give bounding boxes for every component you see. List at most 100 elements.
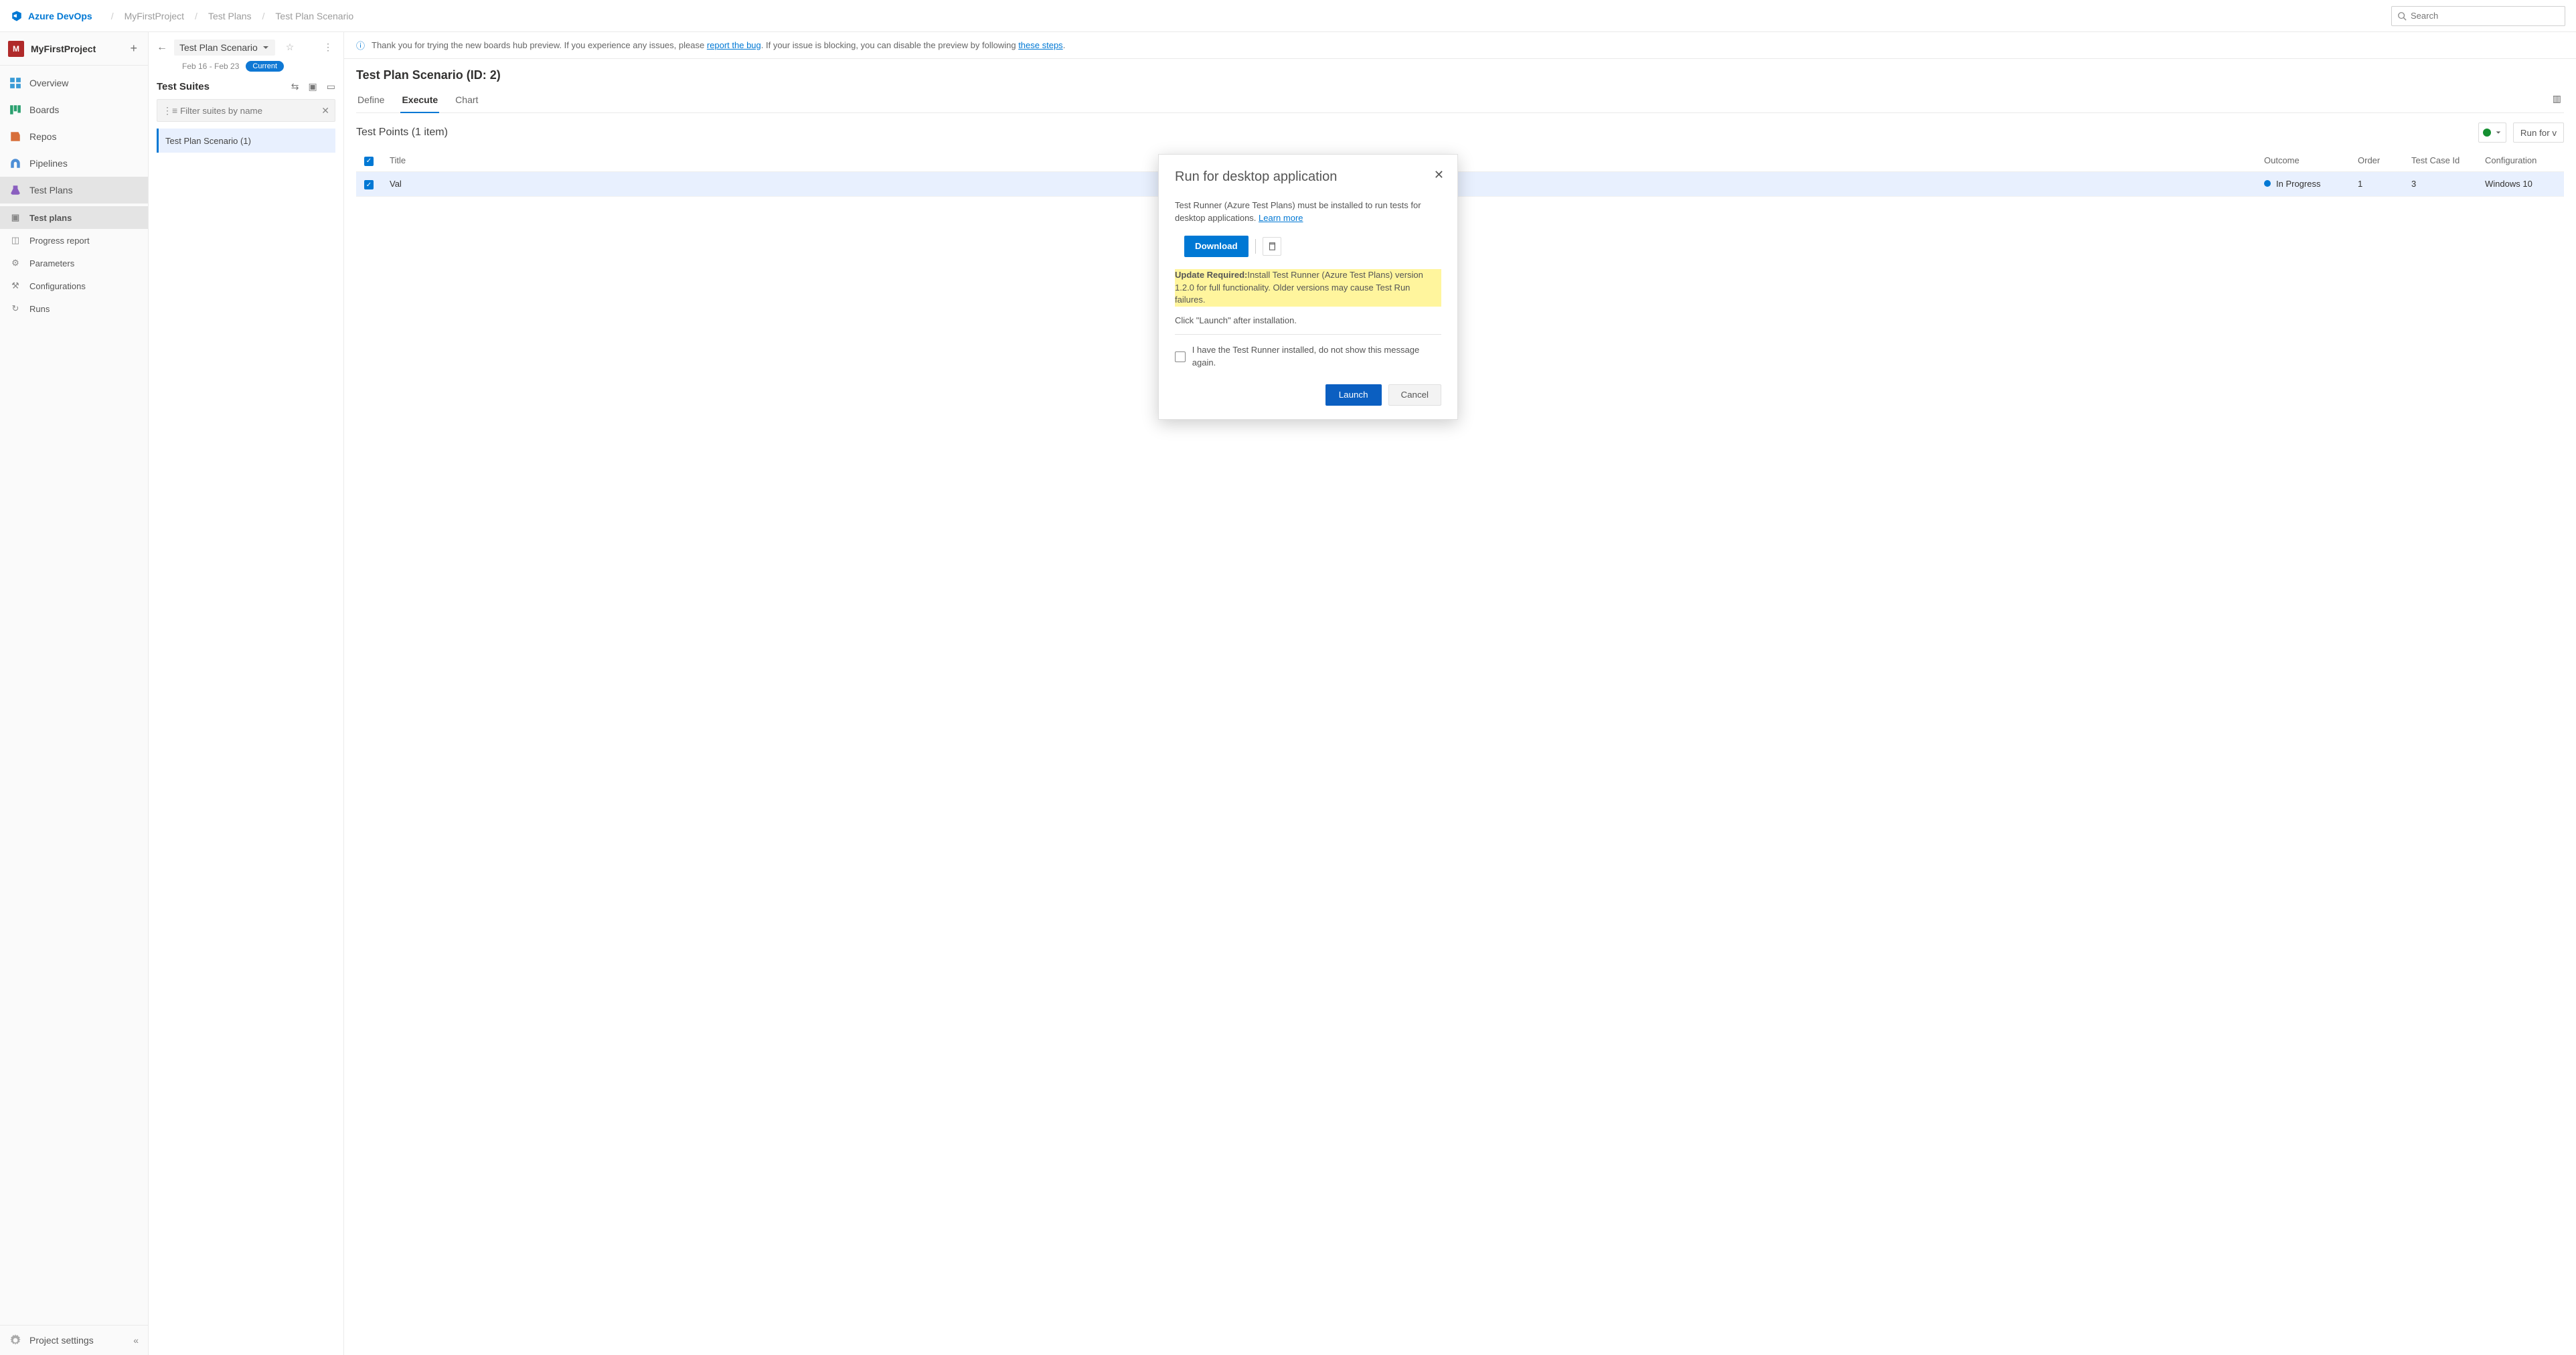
test-plans-icon bbox=[9, 184, 21, 196]
breadcrumb-separator: / bbox=[195, 11, 197, 21]
plan-more-button[interactable]: ⋮ bbox=[321, 39, 335, 56]
launch-button[interactable]: Launch bbox=[1325, 384, 1382, 406]
outcome-pass-icon bbox=[2483, 129, 2491, 137]
suite-filter[interactable]: ⋮≡ ✕ bbox=[157, 99, 335, 122]
plan-dates: Feb 16 - Feb 23 bbox=[182, 62, 239, 71]
test-suites-title: Test Suites bbox=[157, 81, 210, 92]
banner-link-steps[interactable]: these steps bbox=[1018, 40, 1063, 50]
sub-runs-label: Runs bbox=[29, 304, 50, 314]
col-order[interactable]: Order bbox=[2350, 149, 2403, 171]
boards-icon bbox=[9, 104, 21, 116]
breadcrumb-plan[interactable]: Test Plan Scenario bbox=[275, 11, 353, 21]
learn-more-link[interactable]: Learn more bbox=[1259, 213, 1303, 223]
suite-item[interactable]: Test Plan Scenario (1) bbox=[157, 129, 335, 153]
run-for-button[interactable]: Run for v bbox=[2513, 123, 2564, 143]
separator bbox=[1255, 239, 1256, 254]
col-configuration[interactable]: Configuration bbox=[2477, 149, 2564, 171]
suite-item-label: Test Plan Scenario (1) bbox=[165, 136, 251, 146]
plan-dropdown[interactable]: Test Plan Scenario bbox=[174, 39, 275, 56]
close-button[interactable]: ✕ bbox=[1431, 165, 1447, 185]
search-icon bbox=[2397, 11, 2407, 21]
outcome-dropdown[interactable] bbox=[2478, 123, 2506, 143]
suite-expand-icon[interactable]: ⇆ bbox=[291, 81, 299, 92]
clear-filter-button[interactable]: ✕ bbox=[321, 105, 329, 116]
current-badge: Current bbox=[246, 61, 284, 72]
sub-configurations[interactable]: ⚒ Configurations bbox=[0, 274, 148, 297]
sub-parameters-label: Parameters bbox=[29, 258, 74, 268]
azure-devops-icon bbox=[11, 10, 23, 22]
row-checkbox[interactable]: ✓ bbox=[364, 180, 374, 189]
chevron-down-icon bbox=[262, 44, 270, 52]
breadcrumb: / MyFirstProject / Test Plans / Test Pla… bbox=[111, 11, 353, 21]
cancel-button[interactable]: Cancel bbox=[1388, 384, 1442, 406]
sub-runs[interactable]: ↻ Runs bbox=[0, 297, 148, 320]
copy-link-button[interactable] bbox=[1263, 237, 1281, 256]
dialog-title: Run for desktop application bbox=[1175, 169, 1441, 185]
nav-repos[interactable]: Repos bbox=[0, 123, 148, 150]
breadcrumb-testplans[interactable]: Test Plans bbox=[208, 11, 252, 21]
project-settings[interactable]: Project settings « bbox=[0, 1326, 148, 1355]
favorite-button[interactable]: ☆ bbox=[286, 42, 295, 53]
back-button[interactable]: ← bbox=[157, 42, 167, 54]
banner-text-mid: . If your issue is blocking, you can dis… bbox=[761, 40, 1018, 50]
suite-filter-input[interactable] bbox=[180, 106, 317, 116]
plan-dropdown-label: Test Plan Scenario bbox=[179, 42, 258, 53]
panel-toggle-button[interactable]: ▥ bbox=[2550, 90, 2564, 112]
table-row[interactable]: ✓ Val In Progress 1 3 Windows 10 bbox=[356, 171, 2564, 197]
breadcrumb-separator: / bbox=[262, 11, 265, 21]
suite-collapse-icon[interactable]: ▭ bbox=[327, 81, 335, 92]
sub-parameters[interactable]: ⚙ Parameters bbox=[0, 252, 148, 274]
main-area: ⓘ Thank you for trying the new boards hu… bbox=[344, 32, 2576, 1355]
project-row[interactable]: M MyFirstProject + bbox=[0, 32, 148, 66]
project-name: MyFirstProject bbox=[31, 44, 96, 54]
col-outcome[interactable]: Outcome bbox=[2256, 149, 2350, 171]
dont-show-checkbox[interactable] bbox=[1175, 351, 1186, 362]
col-test-case-id[interactable]: Test Case Id bbox=[2403, 149, 2477, 171]
tab-chart[interactable]: Chart bbox=[454, 90, 479, 112]
page-title: Test Plan Scenario (ID: 2) bbox=[356, 68, 2564, 82]
cell-test-case-id: 3 bbox=[2403, 171, 2477, 197]
update-required-label: Update Required: bbox=[1175, 270, 1247, 280]
progress-icon: ◫ bbox=[9, 235, 21, 246]
download-button[interactable]: Download bbox=[1184, 236, 1249, 257]
left-nav: M MyFirstProject + Overview Boards Repos bbox=[0, 32, 149, 1355]
info-icon: ⓘ bbox=[356, 39, 365, 52]
breadcrumb-separator: / bbox=[111, 11, 114, 21]
filter-icon: ⋮≡ bbox=[163, 105, 177, 116]
breadcrumb-project[interactable]: MyFirstProject bbox=[125, 11, 184, 21]
add-project-button[interactable]: + bbox=[127, 40, 140, 57]
tab-define[interactable]: Define bbox=[356, 90, 386, 112]
sub-test-plans-label: Test plans bbox=[29, 213, 72, 223]
search-box[interactable] bbox=[2391, 6, 2565, 26]
nav-test-plans[interactable]: Test Plans bbox=[0, 177, 148, 204]
repos-icon bbox=[9, 131, 21, 143]
tab-execute[interactable]: Execute bbox=[400, 90, 439, 113]
configurations-icon: ⚒ bbox=[9, 281, 21, 291]
nav-pipelines[interactable]: Pipelines bbox=[0, 150, 148, 177]
nav-boards[interactable]: Boards bbox=[0, 96, 148, 123]
nav-overview[interactable]: Overview bbox=[0, 70, 148, 96]
collapse-nav-button[interactable]: « bbox=[133, 1335, 139, 1346]
cell-outcome: In Progress bbox=[2276, 179, 2320, 189]
test-points-table: ✓ Title Outcome Order Test Case Id Confi… bbox=[356, 149, 2564, 197]
launch-hint: Click "Launch" after installation. bbox=[1175, 315, 1441, 327]
suite-tree-icon[interactable]: ▣ bbox=[309, 81, 317, 92]
sub-progress-label: Progress report bbox=[29, 236, 90, 246]
brand[interactable]: Azure DevOps bbox=[11, 10, 92, 22]
search-input[interactable] bbox=[2411, 11, 2559, 21]
project-avatar: M bbox=[8, 41, 24, 57]
suite-panel: ← Test Plan Scenario ☆ ⋮ Feb 16 - Feb 23… bbox=[149, 32, 344, 1355]
banner-link-report-bug[interactable]: report the bug bbox=[707, 40, 761, 50]
cell-configuration: Windows 10 bbox=[2477, 171, 2564, 197]
banner-text-pre: Thank you for trying the new boards hub … bbox=[372, 40, 707, 50]
pipelines-icon bbox=[9, 157, 21, 169]
nav-pipelines-label: Pipelines bbox=[29, 158, 68, 169]
gear-icon bbox=[9, 1334, 21, 1346]
project-settings-label: Project settings bbox=[29, 1335, 94, 1346]
cell-order: 1 bbox=[2350, 171, 2403, 197]
select-all-checkbox[interactable]: ✓ bbox=[364, 157, 374, 166]
runs-icon: ↻ bbox=[9, 303, 21, 314]
sub-test-plans[interactable]: ▣ Test plans bbox=[0, 206, 148, 229]
in-progress-icon bbox=[2264, 180, 2271, 187]
sub-progress-report[interactable]: ◫ Progress report bbox=[0, 229, 148, 252]
